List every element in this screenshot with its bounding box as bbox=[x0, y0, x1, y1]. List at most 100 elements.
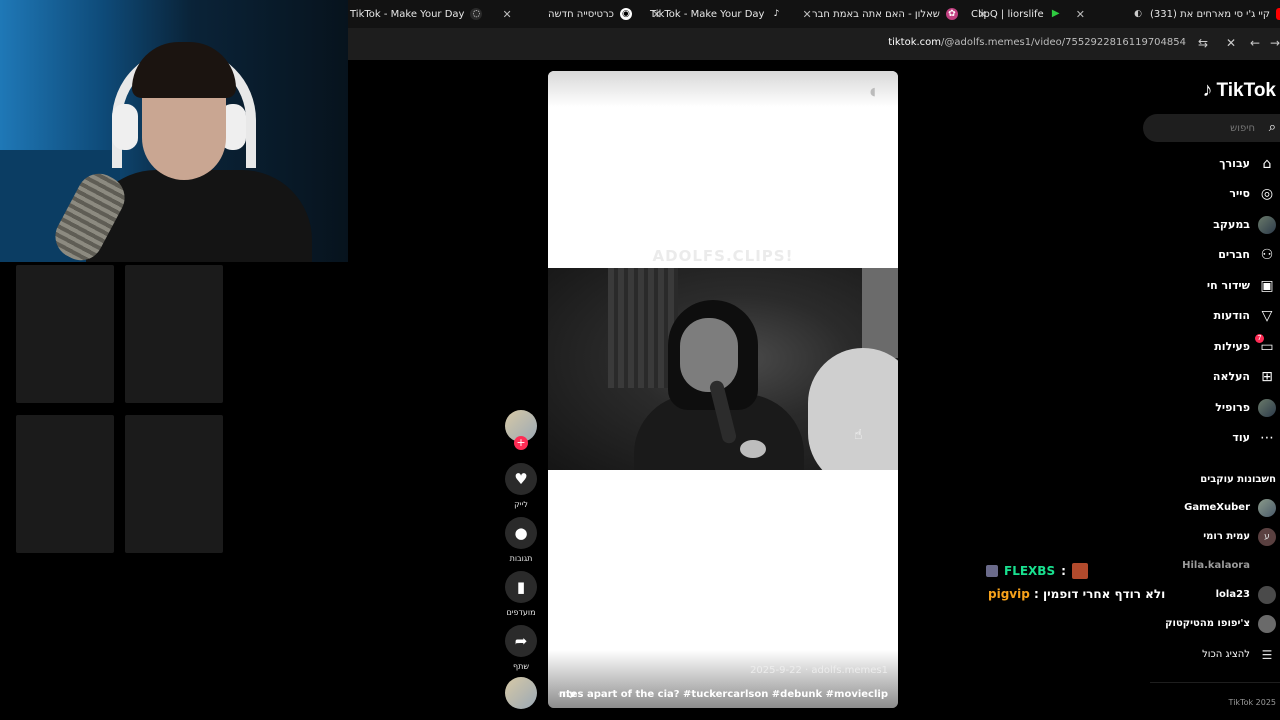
sidebar-item-label: פעילות bbox=[1214, 340, 1250, 353]
sidebar-item-for-you[interactable]: עבורך ⌂ bbox=[1140, 154, 1280, 176]
thumbnail-placeholder[interactable] bbox=[125, 265, 223, 403]
sidebar-item-more[interactable]: עוד ⋯ bbox=[1140, 428, 1280, 450]
close-tab-icon[interactable]: ✕ bbox=[1076, 8, 1085, 21]
url-text[interactable]: tiktok.com/@adolfs.memes1/video/75529228… bbox=[888, 37, 1186, 48]
url-path: /@adolfs.memes1/video/755292281611970485… bbox=[941, 37, 1186, 48]
search-icon[interactable]: ⌕ bbox=[1269, 120, 1276, 135]
forward-icon[interactable]: → bbox=[1270, 36, 1280, 50]
live-icon: ▣ bbox=[1260, 278, 1274, 294]
share-action[interactable]: ➦ שתף bbox=[505, 625, 537, 671]
comment-icon[interactable]: ● bbox=[505, 517, 537, 549]
search-box[interactable]: ⌕ bbox=[1143, 114, 1280, 142]
show-all-link[interactable]: להציג הכול ☰ bbox=[1140, 646, 1280, 666]
sidebar-item-following[interactable]: במעקב bbox=[1140, 215, 1280, 237]
sidebar-item-label: עבורך bbox=[1219, 157, 1250, 170]
sound-avatar[interactable] bbox=[505, 677, 537, 709]
chat-message: pigvip : ולא רודף אחרי דופמין bbox=[988, 587, 1165, 601]
comments-label: תגובות bbox=[509, 554, 533, 563]
browser-tab[interactable]: ◐ (331) קיי ג'י סי מארחים את ▶ bbox=[1132, 4, 1280, 24]
following-account[interactable]: GameXuber bbox=[1140, 499, 1280, 519]
sidebar-item-label: במעקב bbox=[1213, 218, 1250, 231]
like-action[interactable]: ♥ לייק bbox=[505, 463, 537, 509]
chat-username: pigvip bbox=[988, 587, 1030, 601]
microphone-base bbox=[740, 440, 766, 458]
browser-tab[interactable]: כרטיסייה חדשה ◉ ✕ bbox=[548, 4, 661, 24]
show-all-label: להציג הכול bbox=[1202, 649, 1250, 660]
sidebar-item-activity[interactable]: פעילות ▭ 7 bbox=[1140, 334, 1280, 359]
account-name: עמית רומי bbox=[1203, 531, 1250, 542]
browser-tab[interactable]: TikTok - Make Your Day ♪ ✕ bbox=[650, 4, 812, 24]
avatar: ע bbox=[1258, 528, 1276, 546]
copyright-text: TikTok 2025 bbox=[1228, 698, 1276, 707]
browser-tab[interactable]: ClipQ | liorslife ▶ ✕ bbox=[971, 4, 1085, 24]
follow-plus-icon[interactable]: + bbox=[514, 436, 528, 450]
chat-emote-icon bbox=[1071, 563, 1088, 579]
streamer-hair bbox=[132, 42, 236, 98]
tiktok-note-icon: ♪ bbox=[1202, 79, 1213, 101]
send-icon: ▽ bbox=[1261, 308, 1273, 324]
sidebar-item-live[interactable]: שידור חי ▣ bbox=[1140, 276, 1280, 298]
back-icon[interactable]: ← bbox=[1250, 36, 1260, 50]
activity-badge: 7 bbox=[1255, 334, 1264, 343]
sidebar-item-label: חברים bbox=[1218, 248, 1250, 261]
audio-icon: ◐ bbox=[1134, 9, 1142, 19]
following-account[interactable]: צ'יפופו מהטיקטוק bbox=[1140, 615, 1280, 635]
close-tab-icon[interactable]: ✕ bbox=[802, 8, 811, 21]
chat-username: FLEXBS bbox=[1004, 564, 1056, 578]
thumbnail-placeholder[interactable] bbox=[16, 415, 114, 553]
volume-icon[interactable]: ◖ bbox=[870, 85, 884, 99]
site-settings-icon[interactable]: ⇆ bbox=[1198, 36, 1208, 50]
compass-icon: ◎ bbox=[1260, 186, 1274, 202]
sidebar-item-label: הודעות bbox=[1213, 309, 1250, 322]
sidebar-item-label: שידור חי bbox=[1206, 279, 1250, 292]
tab-title: TikTok - Make Your Day bbox=[350, 8, 465, 20]
search-input[interactable] bbox=[1151, 120, 1255, 136]
favorites-action[interactable]: ▮ מועדפים bbox=[505, 571, 537, 617]
video-top-gradient bbox=[548, 71, 898, 107]
video-frame bbox=[548, 268, 898, 470]
avatar bbox=[1258, 615, 1276, 633]
upload-icon: ⊞ bbox=[1261, 369, 1273, 385]
thumbnail-placeholder[interactable] bbox=[16, 265, 114, 403]
share-icon[interactable]: ➦ bbox=[505, 625, 537, 657]
account-name: lola23 bbox=[1215, 589, 1250, 600]
tab-title: TikTok - Make Your Day bbox=[650, 8, 765, 20]
sidebar-item-profile[interactable]: פרופיל bbox=[1140, 398, 1280, 420]
chat-message: FLEXBS : bbox=[986, 563, 1088, 579]
video-player[interactable]: ◖ ADOLFS.CLIPS! 2025-9-22 · adolfs.memes… bbox=[548, 71, 898, 708]
sidebar-item-upload[interactable]: העלאה ⊞ bbox=[1140, 367, 1280, 389]
account-name: GameXuber bbox=[1184, 502, 1250, 513]
stop-icon[interactable]: ✕ bbox=[1226, 36, 1236, 50]
caption-more-button[interactable]: עוד bbox=[560, 689, 576, 700]
url-domain: tiktok.com bbox=[888, 37, 942, 48]
address-bar[interactable]: tiktok.com/@adolfs.memes1/video/75529228… bbox=[348, 28, 1280, 60]
chat-text: : bbox=[1061, 564, 1066, 578]
heart-icon[interactable]: ♥ bbox=[505, 463, 537, 495]
tiktok-logo[interactable]: ♪ TikTok bbox=[1203, 79, 1276, 102]
sidebar-item-label: פרופיל bbox=[1215, 401, 1250, 414]
following-account[interactable]: Hila.kalaora bbox=[1140, 557, 1280, 577]
avatar-icon bbox=[1258, 216, 1276, 234]
browser-tab[interactable]: שאלון - האם אתה באמת חבר ✿ ✕ bbox=[812, 4, 987, 24]
close-tab-icon[interactable]: ✕ bbox=[502, 8, 511, 21]
account-name: צ'יפופו מהטיקטוק bbox=[1165, 618, 1250, 629]
sidebar-item-label: העלאה bbox=[1212, 370, 1250, 383]
browser-tab[interactable]: TikTok - Make Your Day ◌ ✕ bbox=[350, 4, 512, 24]
webcam-overlay bbox=[0, 0, 348, 262]
thumbnail-placeholder[interactable] bbox=[125, 415, 223, 553]
profile-icon bbox=[1258, 399, 1276, 417]
following-account[interactable]: lola23 bbox=[1140, 586, 1280, 606]
tab-title: (331) קיי ג'י סי מארחים את bbox=[1150, 8, 1270, 20]
tab-title: ClipQ | liorslife bbox=[971, 8, 1044, 20]
hand-cursor-icon: ☝ bbox=[854, 427, 863, 443]
video-caption: nick fuentes apart of the cia? #tuckerca… bbox=[558, 689, 888, 700]
play-icon: ▶ bbox=[1051, 8, 1060, 19]
sidebar-item-messages[interactable]: הודעות ▽ bbox=[1140, 306, 1280, 328]
comments-action[interactable]: ● תגובות bbox=[505, 517, 537, 563]
sidebar-item-friends[interactable]: חברים ⚇ bbox=[1140, 245, 1280, 267]
sidebar-item-explore[interactable]: סייר ◎ bbox=[1140, 184, 1280, 206]
bookmark-icon[interactable]: ▮ bbox=[505, 571, 537, 603]
more-icon: ⋯ bbox=[1260, 430, 1274, 446]
chat-badge-icon bbox=[986, 565, 998, 577]
following-account[interactable]: עמית רומי ע bbox=[1140, 528, 1280, 548]
